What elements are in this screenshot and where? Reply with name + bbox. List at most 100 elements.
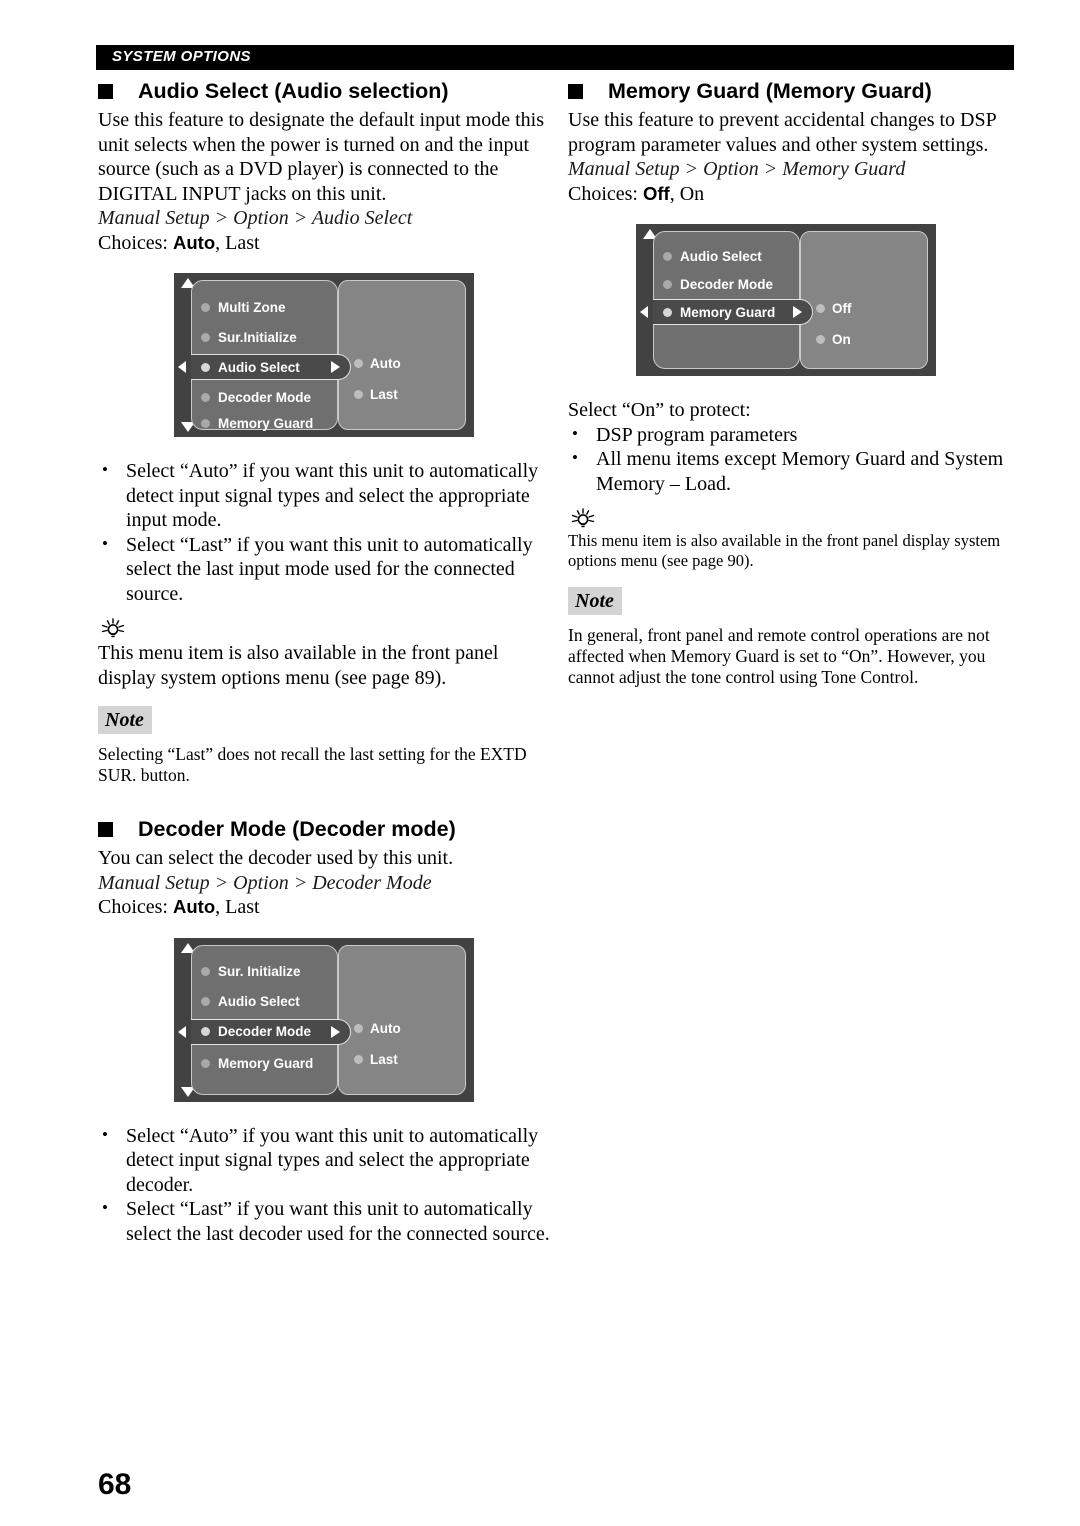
left-caret-icon (178, 1025, 186, 1038)
osd-option-auto[interactable]: Auto (354, 1021, 401, 1036)
osd-menu-item-audio-select-selected[interactable]: Audio Select (191, 354, 351, 380)
lightbulb-tip-icon (571, 508, 595, 528)
list-item: All menu items except Memory Guard and S… (568, 446, 1020, 496)
choices-remaining-values: , On (669, 182, 705, 205)
bullet-dot-icon (201, 362, 210, 372)
osd-menu-item-decoder-mode-selected[interactable]: Decoder Mode (191, 1018, 351, 1045)
right-caret-icon (793, 306, 802, 318)
choices-label: Choices: (98, 231, 168, 254)
tip-block-audio-select: This menu item is also available in the … (98, 618, 550, 690)
running-header-label: SYSTEM OPTIONS (112, 48, 251, 65)
osd-menu-item-label: Memory Guard (218, 1056, 314, 1071)
osd-menu-item-memory-guard[interactable]: Memory Guard (191, 1051, 338, 1077)
osd-menu-item-label: Sur. Initialize (218, 964, 301, 979)
audio-select-bullet-list: Select “Auto” if you want this unit to a… (98, 458, 550, 607)
radio-dot-icon (816, 335, 825, 344)
osd-menu-item-audio-select[interactable]: Audio Select (191, 989, 338, 1015)
choices-remaining-values: , Last (215, 896, 260, 918)
osd-screenshot-memory-guard: Audio Select Decoder Mode Memory Guard O… (636, 224, 936, 376)
osd-options-panel (800, 231, 928, 369)
section-title: Audio Select (Audio selection) (138, 79, 449, 103)
bullet-dot-icon (201, 392, 210, 402)
list-item: Select “Last” if you want this unit to a… (98, 1196, 550, 1246)
bullet-dot-icon (663, 279, 672, 289)
running-header-bar: SYSTEM OPTIONS (96, 45, 1014, 70)
osd-option-label: Auto (370, 356, 401, 371)
note-block-audio-select: Note Selecting “Last” does not recall th… (98, 706, 550, 786)
osd-menu-item-sur-initialize[interactable]: Sur. Initialize (191, 959, 338, 985)
bullet-dot-icon (201, 302, 210, 312)
osd-menu-item-label: Decoder Mode (218, 1024, 312, 1039)
bullet-dot-icon (663, 251, 672, 261)
bullet-dot-icon (201, 997, 210, 1006)
osd-option-off[interactable]: Off (816, 301, 852, 316)
osd-options-panel (338, 944, 466, 1095)
bullet-dot-icon (663, 307, 672, 317)
bullet-dot-icon (201, 967, 210, 976)
osd-menu-item-label: Memory Guard (218, 415, 314, 431)
list-item: DSP program parameters (568, 422, 1020, 448)
section-title: Memory Guard (Memory Guard) (608, 79, 932, 103)
note-badge: Note (98, 706, 152, 734)
osd-inner-area: Multi Zone Sur.Initialize Audio Select D… (178, 280, 466, 431)
tip-block-memory-guard: This menu item is also available in the … (568, 508, 1020, 571)
menu-path-breadcrumb: Manual Setup > Option > Memory Guard (568, 158, 906, 180)
osd-option-label: Last (370, 387, 398, 402)
note-badge: Note (568, 587, 622, 615)
tip-text: This menu item is also available in the … (568, 531, 1001, 570)
left-caret-icon (178, 361, 186, 373)
section-intro-paragraph: Use this feature to prevent accidental c… (568, 109, 997, 156)
choices-line: Choices: Off, On (568, 182, 1020, 207)
osd-menu-item-decoder-mode[interactable]: Decoder Mode (191, 384, 338, 410)
osd-menu-item-label: Multi Zone (218, 299, 286, 315)
radio-dot-icon (354, 359, 363, 368)
osd-menu-item-audio-select[interactable]: Audio Select (653, 243, 800, 269)
osd-menu-item-sur-initialize[interactable]: Sur.Initialize (191, 324, 338, 350)
section-intro-paragraph: Use this feature to designate the defaul… (98, 109, 544, 205)
note-text: In general, front panel and remote contr… (568, 625, 990, 687)
square-bullet-icon (568, 84, 583, 99)
osd-menu-item-memory-guard[interactable]: Memory Guard (191, 410, 338, 436)
list-item: Select “Auto” if you want this unit to a… (98, 1123, 550, 1198)
osd-option-last[interactable]: Last (354, 387, 398, 402)
osd-menu-item-label: Audio Select (218, 359, 300, 375)
osd-menu-item-label: Decoder Mode (680, 276, 774, 292)
osd-option-last[interactable]: Last (354, 1052, 398, 1067)
choices-default-value: Auto (173, 896, 216, 917)
osd-menu-item-multi-zone[interactable]: Multi Zone (191, 294, 338, 320)
menu-path-breadcrumb: Manual Setup > Option > Audio Select (98, 207, 413, 229)
osd-menu-item-decoder-mode[interactable]: Decoder Mode (653, 271, 800, 297)
choices-label: Choices: (98, 896, 168, 918)
section-memory-guard: Memory Guard (Memory Guard) Use this fea… (568, 78, 1020, 688)
choices-label: Choices: (568, 182, 638, 205)
section-heading-decoder-mode: Decoder Mode (Decoder mode) (98, 816, 550, 842)
square-bullet-icon (98, 84, 113, 99)
section-heading-memory-guard: Memory Guard (Memory Guard) (568, 78, 1020, 104)
section-intro-paragraph: You can select the decoder used by this … (98, 847, 454, 869)
osd-option-on[interactable]: On (816, 332, 851, 347)
osd-menu-item-label: Decoder Mode (218, 389, 312, 405)
radio-dot-icon (354, 390, 363, 399)
bullet-dot-icon (201, 418, 210, 428)
protect-lead-in: Select “On” to protect: (568, 399, 751, 421)
page-number: 68 (98, 1468, 132, 1501)
osd-options-panel (338, 280, 466, 430)
osd-inner-area: Audio Select Decoder Mode Memory Guard O… (640, 231, 928, 369)
choices-default-value: Off (643, 182, 670, 204)
list-item: Select “Auto” if you want this unit to a… (98, 458, 550, 533)
left-column: Audio Select (Audio selection) Use this … (98, 78, 550, 1246)
osd-option-label: Auto (370, 1020, 401, 1036)
section-audio-select: Audio Select (Audio selection) Use this … (98, 78, 550, 786)
choices-remaining-values: , Last (215, 231, 260, 254)
right-caret-icon (331, 1025, 340, 1038)
osd-menu-item-memory-guard-selected[interactable]: Memory Guard (653, 299, 813, 325)
bullet-dot-icon (201, 1059, 210, 1068)
list-item: Select “Last” if you want this unit to a… (98, 532, 550, 607)
osd-screenshot-audio-select: Multi Zone Sur.Initialize Audio Select D… (174, 273, 474, 437)
tip-text: This menu item is also available in the … (98, 642, 499, 689)
square-bullet-icon (98, 822, 113, 837)
choices-default-value: Auto (173, 231, 216, 253)
osd-option-auto[interactable]: Auto (354, 356, 401, 371)
osd-option-label: Last (370, 1051, 398, 1067)
bullet-dot-icon (201, 332, 210, 342)
